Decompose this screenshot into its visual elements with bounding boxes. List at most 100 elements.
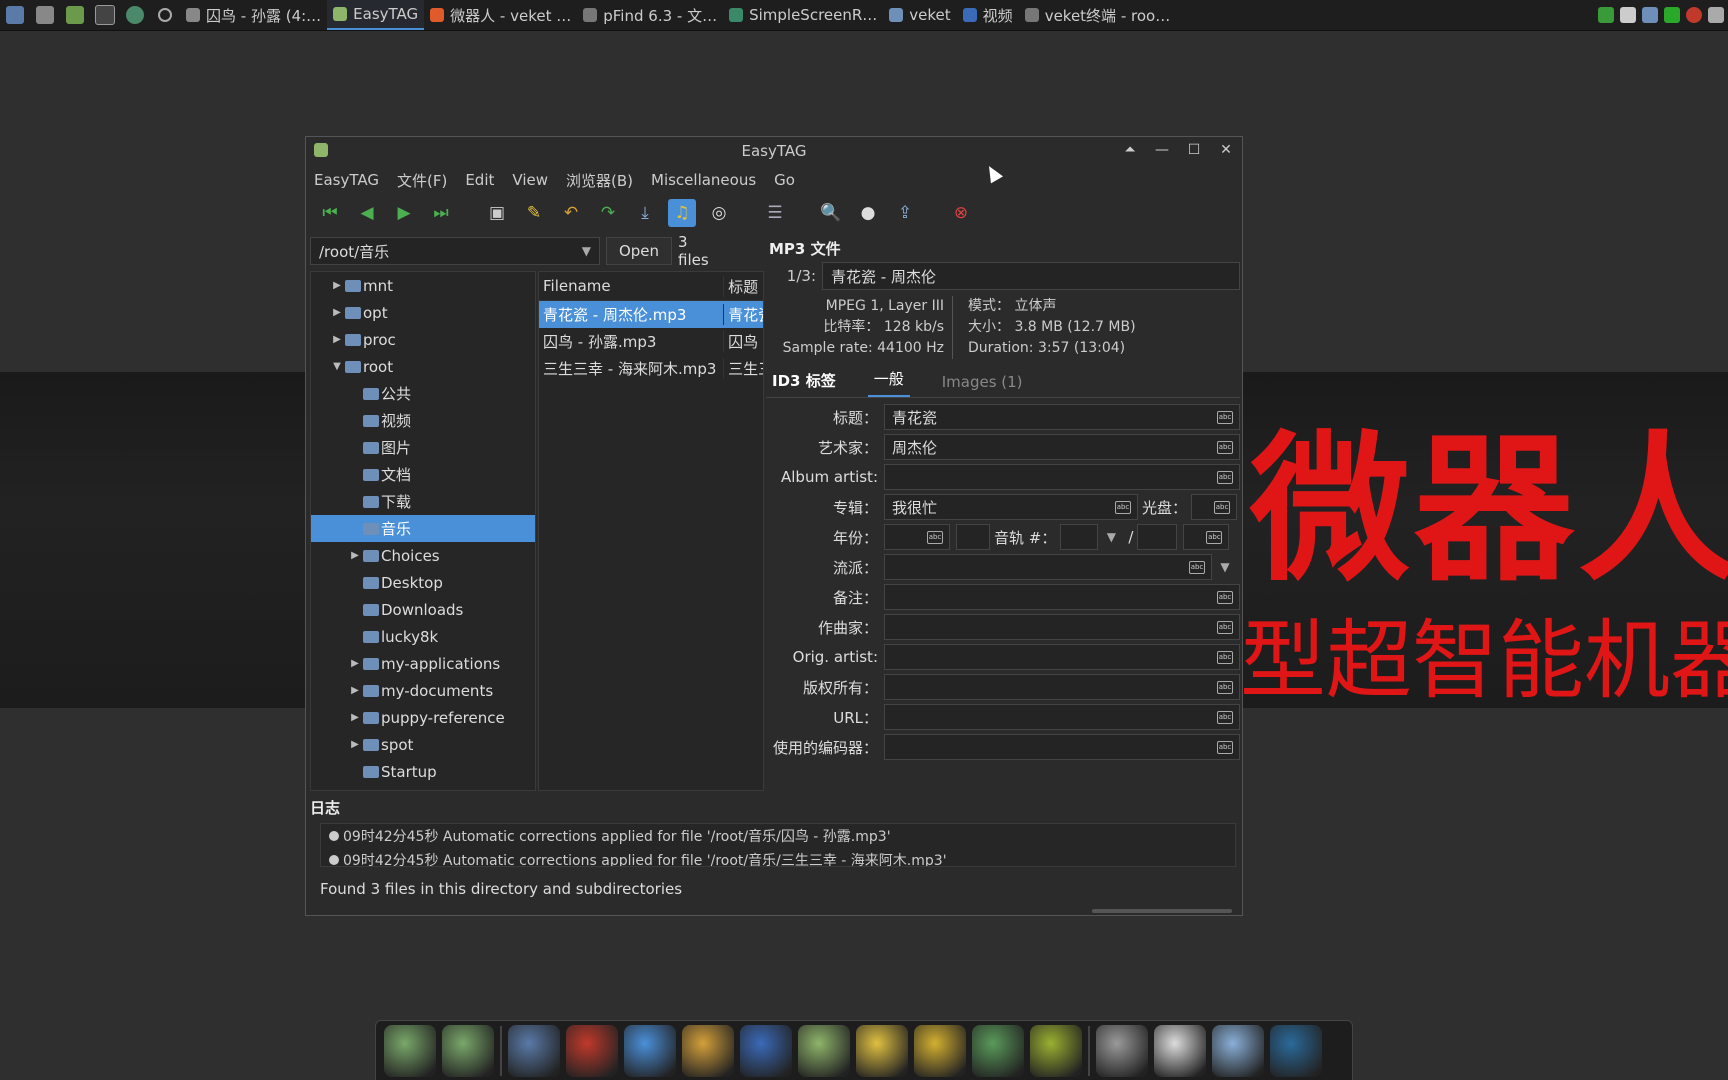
- power-icon[interactable]: [1686, 7, 1702, 23]
- apply-to-all-icon[interactable]: abc: [1217, 651, 1233, 664]
- tree-item[interactable]: 文档: [311, 461, 535, 488]
- remove-tags-icon[interactable]: ✎: [520, 199, 548, 227]
- tree-item[interactable]: ▶ mnt: [311, 272, 535, 299]
- minimize-button[interactable]: —: [1152, 139, 1172, 161]
- track-field[interactable]: [1060, 524, 1099, 550]
- copyright-field[interactable]: abc: [884, 674, 1240, 700]
- dock-app-icon[interactable]: [740, 1024, 792, 1077]
- tree-item[interactable]: Startup: [311, 758, 535, 785]
- taskbar-task[interactable]: 囚鸟 - 孙露 (4:…: [180, 0, 327, 30]
- dock-app-icon[interactable]: [972, 1024, 1024, 1077]
- file-row[interactable]: 三生三幸 - 海来阿木.mp3 三生三幸: [539, 355, 763, 382]
- search-files-icon[interactable]: 🔍: [817, 199, 845, 227]
- apply-to-all-icon[interactable]: abc: [1217, 711, 1233, 724]
- expander-arrow-icon[interactable]: ▼: [329, 361, 345, 372]
- battery-icon[interactable]: [1664, 7, 1680, 23]
- browser-launcher-icon[interactable]: [123, 4, 147, 26]
- quit-icon[interactable]: ⊗: [947, 199, 975, 227]
- tree-item[interactable]: lucky8k: [311, 623, 535, 650]
- album-field[interactable]: 我很忙 abc: [884, 494, 1138, 520]
- media-launcher-icon[interactable]: [63, 4, 87, 26]
- tag-view-icon[interactable]: ♫: [668, 199, 696, 227]
- network-icon[interactable]: [1642, 7, 1658, 23]
- taskbar-task[interactable]: pFind 6.3 - 文…: [577, 0, 723, 30]
- apply-to-all-icon[interactable]: abc: [1115, 501, 1131, 514]
- expander-arrow-icon[interactable]: ▶: [329, 307, 345, 318]
- menu-item[interactable]: Go: [774, 171, 795, 189]
- close-button[interactable]: ✕: [1216, 139, 1236, 161]
- playlist-icon[interactable]: ⇪: [891, 199, 919, 227]
- apply-to-all-icon[interactable]: abc: [1189, 561, 1205, 574]
- tree-item[interactable]: Desktop: [311, 569, 535, 596]
- dock-app-icon[interactable]: [914, 1024, 966, 1077]
- menu-item[interactable]: 文件(F): [397, 170, 447, 191]
- clipboard-icon[interactable]: [1620, 7, 1636, 23]
- undo-icon[interactable]: ↶: [557, 199, 585, 227]
- apply-to-all-icon[interactable]: abc: [927, 531, 943, 544]
- menu-item[interactable]: 浏览器(B): [566, 170, 633, 191]
- column-header-filename[interactable]: Filename: [539, 277, 723, 295]
- keyboard-icon[interactable]: [1708, 7, 1724, 23]
- shade-button[interactable]: ⏶: [1120, 139, 1140, 161]
- progress-scrollbar[interactable]: [1092, 909, 1232, 913]
- apply-to-all-icon[interactable]: abc: [1217, 471, 1233, 484]
- taskbar-task[interactable]: SimpleScreenR…: [723, 0, 883, 30]
- dock-app-icon[interactable]: [442, 1024, 494, 1077]
- cd-icon[interactable]: ●: [854, 199, 882, 227]
- previous-file-icon[interactable]: ◀: [353, 199, 381, 227]
- dock-app-icon[interactable]: [856, 1024, 908, 1077]
- album-artist-field[interactable]: abc: [884, 464, 1240, 490]
- dock-app-icon[interactable]: [1096, 1024, 1148, 1077]
- log-panel[interactable]: 09时42分45秒 Automatic corrections applied …: [320, 823, 1236, 867]
- taskbar-task[interactable]: 视频: [957, 0, 1019, 30]
- track-total-field[interactable]: [1137, 524, 1178, 550]
- taskbar-task[interactable]: veket终端 - roo…: [1019, 0, 1177, 30]
- column-header-title[interactable]: 标题: [723, 275, 763, 297]
- disc-field[interactable]: abc: [1191, 494, 1238, 520]
- settings-launcher-icon[interactable]: [33, 4, 57, 26]
- expander-arrow-icon[interactable]: ▶: [347, 550, 363, 561]
- cddb-search-icon[interactable]: ◎: [705, 199, 733, 227]
- menu-item[interactable]: EasyTAG: [314, 171, 379, 189]
- tab-images[interactable]: Images (1): [936, 373, 1029, 397]
- menu-item[interactable]: View: [512, 171, 548, 189]
- menu-item[interactable]: Edit: [465, 171, 494, 189]
- tree-item[interactable]: ▶ opt: [311, 299, 535, 326]
- tree-item[interactable]: 下载: [311, 488, 535, 515]
- tree-item[interactable]: ▶ puppy-reference: [311, 704, 535, 731]
- shield-icon[interactable]: [1598, 7, 1614, 23]
- track-dropdown-icon[interactable]: ▼: [1098, 524, 1124, 550]
- expander-arrow-icon[interactable]: ▶: [329, 280, 345, 291]
- open-button[interactable]: Open: [605, 237, 673, 265]
- genre-field[interactable]: abc: [884, 554, 1212, 580]
- dock-app-icon[interactable]: [1154, 1024, 1206, 1077]
- tree-item[interactable]: ▶ spot: [311, 731, 535, 758]
- dock-app-icon[interactable]: [682, 1024, 734, 1077]
- title-field[interactable]: 青花瓷 abc: [884, 404, 1240, 430]
- encoder-field[interactable]: abc: [884, 734, 1240, 760]
- expander-arrow-icon[interactable]: ▶: [347, 658, 363, 669]
- list-view-icon[interactable]: ☰: [761, 199, 789, 227]
- artist-field[interactable]: 周杰伦 abc: [884, 434, 1240, 460]
- redo-icon[interactable]: ↷: [594, 199, 622, 227]
- tree-item[interactable]: 图片: [311, 434, 535, 461]
- taskbar-task[interactable]: EasyTAG: [327, 0, 425, 30]
- dock-app-icon[interactable]: [798, 1024, 850, 1077]
- orig-artist-field[interactable]: abc: [884, 644, 1240, 670]
- taskbar-task[interactable]: 微器人 - veket …: [424, 0, 577, 30]
- dock-app-icon[interactable]: [1030, 1024, 1082, 1077]
- dock-app-icon[interactable]: [1212, 1024, 1264, 1077]
- tab-general[interactable]: 一般: [867, 368, 910, 397]
- tree-item[interactable]: 音乐: [311, 515, 535, 542]
- composer-field[interactable]: abc: [884, 614, 1240, 640]
- file-row[interactable]: 青花瓷 - 周杰伦.mp3 青花瓷: [539, 301, 763, 328]
- apply-to-all-icon[interactable]: abc: [1214, 501, 1231, 514]
- tree-item[interactable]: ▶ Choices: [311, 542, 535, 569]
- file-row[interactable]: 囚鸟 - 孙露.mp3 囚鸟: [539, 328, 763, 355]
- year-field[interactable]: abc: [884, 524, 950, 550]
- terminal-launcher-icon[interactable]: [93, 4, 117, 26]
- tree-item[interactable]: Downloads: [311, 596, 535, 623]
- track-apply-button[interactable]: abc: [1183, 524, 1230, 550]
- tree-item[interactable]: ▶ proc: [311, 326, 535, 353]
- apply-to-all-icon[interactable]: abc: [1217, 681, 1233, 694]
